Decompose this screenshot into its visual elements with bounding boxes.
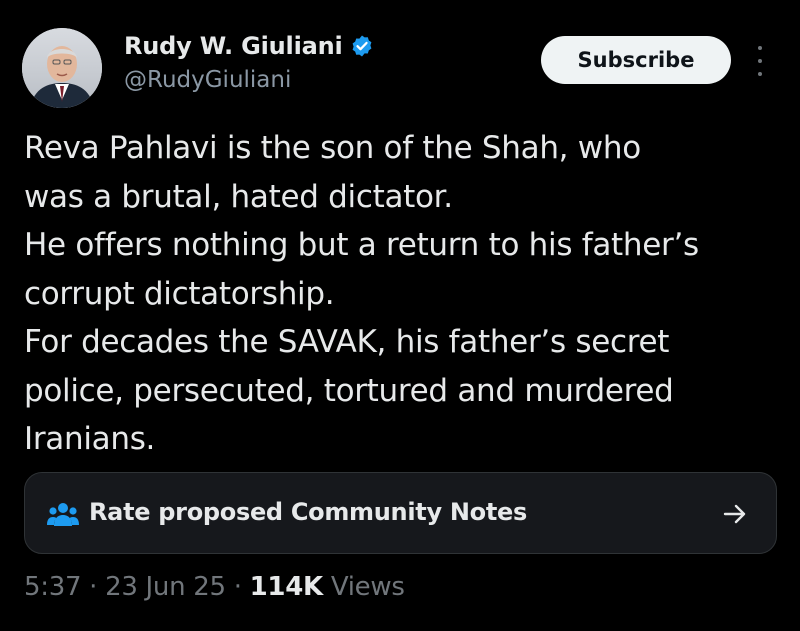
tweet-text-line: For decades the SAVAK, his father’s secr…: [24, 324, 670, 360]
avatar[interactable]: [22, 28, 102, 108]
tweet-card: Rudy W. Giuliani @RudyGiuliani Subscribe…: [0, 0, 800, 631]
display-name[interactable]: Rudy W. Giuliani: [124, 32, 343, 60]
tweet-text-line: Iranians.: [24, 421, 156, 457]
subscribe-button[interactable]: Subscribe: [541, 36, 731, 84]
meta-separator: ·: [89, 572, 98, 602]
tweet-text: Reva Pahlavi is the son of the Shah, who…: [24, 124, 784, 464]
tweet-text-line: corrupt dictatorship.: [24, 275, 335, 312]
author-name-row[interactable]: Rudy W. Giuliani: [124, 32, 374, 60]
verified-badge-icon: [350, 34, 374, 58]
tweet-time[interactable]: 5:37: [24, 572, 81, 602]
tweet-text-line: police, persecuted, tortured and murdere…: [24, 372, 674, 409]
tweet-text-line: was a brutal, hated dictator.: [24, 178, 453, 215]
tweet-text-line: Reva Pahlavi is the son of the Shah, who: [24, 130, 641, 166]
views-label: Views: [330, 572, 405, 602]
tweet-date[interactable]: 23 Jun 25: [105, 572, 226, 602]
tweet-metadata: 5:37 · 23 Jun 25 · 114K Views: [24, 572, 405, 602]
user-handle[interactable]: @RudyGiuliani: [124, 67, 291, 93]
people-icon: [47, 500, 79, 528]
community-notes-button[interactable]: Rate proposed Community Notes: [24, 472, 777, 554]
more-vertical-icon[interactable]: [752, 46, 768, 76]
meta-separator: ·: [233, 572, 242, 602]
tweet-text-line: He offers nothing but a return to his fa…: [24, 227, 699, 263]
arrow-right-icon: [722, 501, 748, 527]
views-count[interactable]: 114K: [250, 572, 324, 602]
community-notes-label: Rate proposed Community Notes: [89, 498, 527, 526]
